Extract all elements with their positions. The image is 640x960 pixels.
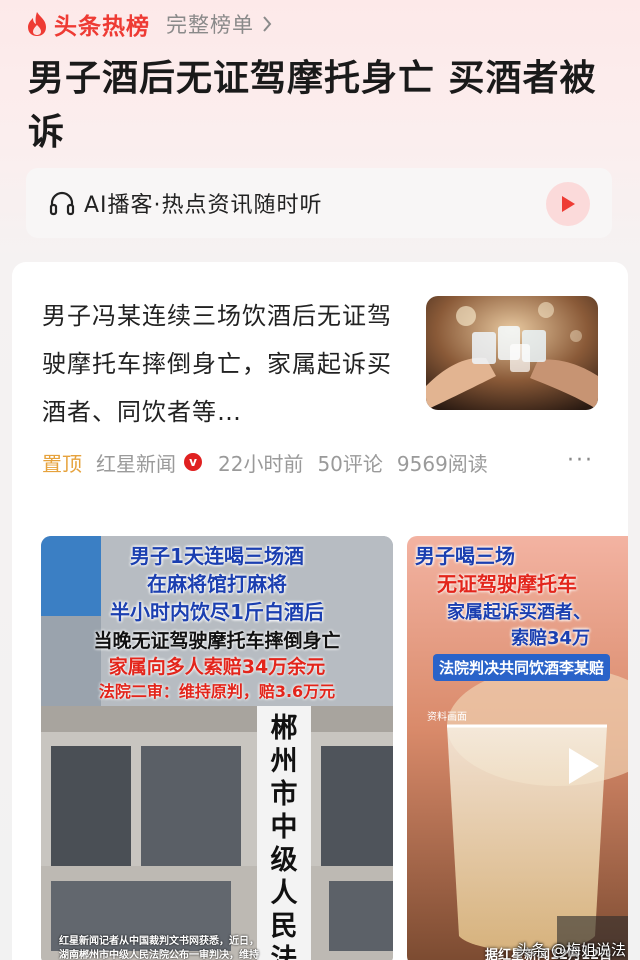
overlay2-line-4: 索赔34万 (511, 628, 591, 649)
podcast-play-button[interactable] (546, 182, 590, 226)
article-card[interactable]: 男子冯某连续三场饮酒后无证驾驶摩托车摔倒身亡，家属起诉买酒者、同饮者等… 置顶 (12, 262, 628, 960)
overlay2-line-1: 男子喝三场 (415, 544, 515, 568)
overlay-line-5: 家属向多人索赔34万余元 (108, 656, 326, 678)
overlay-line-1: 男子1天连喝三场酒 (130, 544, 304, 568)
podcast-label: AI播客·热点资讯随时听 (84, 193, 323, 218)
flame-icon (28, 12, 46, 36)
video-play-icon[interactable] (567, 746, 601, 786)
sign-char: 人 (270, 878, 298, 909)
sign-char: 州 (270, 746, 298, 777)
play-icon (562, 196, 575, 212)
overlay-line-4: 当晚无证驾驶摩托车摔倒身亡 (93, 630, 341, 652)
archive-footage-tag: 资料画面 (427, 712, 467, 723)
ai-podcast-bar[interactable]: AI播客·热点资讯随时听 (26, 168, 612, 238)
overlay-line-3: 半小时内饮尽1斤白酒后 (110, 600, 324, 624)
more-options-icon[interactable]: ··· (567, 448, 594, 473)
read-count: 9569阅读 (396, 451, 488, 476)
overlay2-line-3: 家属起诉买酒者、 (447, 602, 591, 623)
video-thumbnail-2[interactable]: 男子喝三场 无证驾驶摩托车 家属起诉买酒者、 索赔34万 法院判决共同饮酒李某赔… (407, 536, 628, 960)
video-caption-1: 红星新闻记者从中国裁判文书网获悉，近日， (59, 936, 259, 947)
sign-char: 郴 (270, 713, 298, 744)
hot-list-header: 头条热榜 完整榜单 (26, 8, 272, 40)
court-sign: 郴 州 市 中 级 人 民 法 (257, 706, 311, 960)
comment-count[interactable]: 50评论 (317, 448, 382, 477)
article-meta: 置顶 红星新闻 v 22小时前 50评论 9569阅读 (42, 448, 502, 476)
sign-char: 级 (270, 845, 298, 876)
overlay-line-6: 法院二审：维持原判，赔3.6万元 (98, 682, 336, 701)
chevron-right-icon[interactable] (262, 15, 272, 33)
video-caption-2: 湖南郴州市中级人民法院公布一审判决，维持 (59, 950, 259, 960)
sign-char: 中 (270, 812, 298, 843)
overlay2-line-2: 无证驾驶摩托车 (437, 572, 577, 596)
video-thumbnail-1[interactable]: 男子1天连喝三场酒 在麻将馆打麻将 半小时内饮尽1斤白酒后 当晚无证驾驶摩托车摔… (41, 536, 393, 960)
verified-badge-icon: v (184, 453, 202, 471)
article-summary[interactable]: 男子冯某连续三场饮酒后无证驾驶摩托车摔倒身亡，家属起诉买酒者、同饮者等… (42, 292, 392, 436)
watermark: 头条 @梅姐说法 (516, 941, 626, 959)
article-thumbnail[interactable] (426, 296, 598, 410)
overlay-line-2: 在麻将馆打麻将 (147, 572, 287, 596)
overlay2-verdict: 法院判决共同饮酒李某赔 (433, 654, 611, 681)
headphones-icon (49, 191, 75, 216)
hot-list-brand[interactable]: 头条热榜 (54, 7, 150, 41)
source-name[interactable]: 红星新闻 (96, 448, 176, 477)
page-title: 男子酒后无证驾摩托身亡 买酒者被诉 (28, 58, 597, 153)
pinned-badge: 置顶 (42, 451, 82, 476)
toast-image (426, 296, 598, 410)
full-list-link[interactable]: 完整榜单 (166, 9, 254, 39)
publish-time: 22小时前 (218, 451, 304, 476)
sign-char: 市 (270, 779, 298, 810)
